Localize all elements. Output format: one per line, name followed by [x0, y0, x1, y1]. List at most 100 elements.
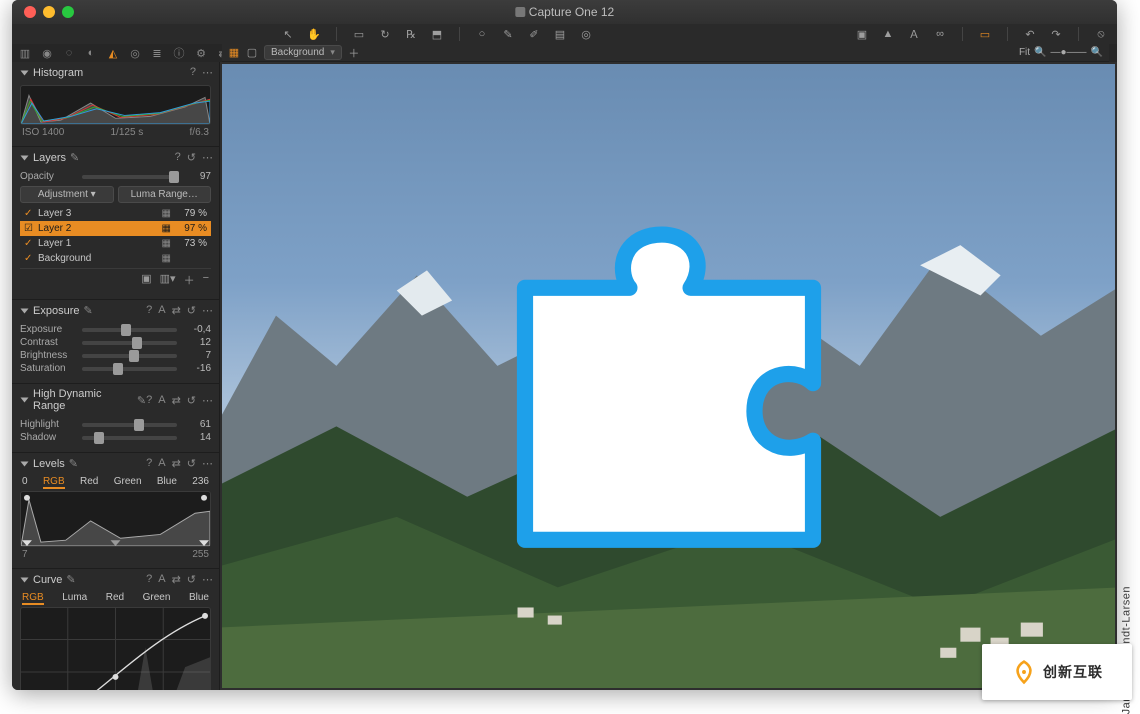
- layer-mask-icon[interactable]: ▦: [162, 223, 171, 234]
- layer-visible-icon[interactable]: ✓: [24, 253, 34, 264]
- panel-help-icon[interactable]: ?: [190, 66, 196, 79]
- minimize-window-button[interactable]: [43, 6, 55, 18]
- output-tab-icon[interactable]: ⚙: [194, 46, 208, 60]
- cursor-tool-icon[interactable]: ↖: [280, 26, 296, 42]
- layer-visible-icon[interactable]: ☑: [24, 223, 34, 234]
- hdr-slider[interactable]: [82, 436, 177, 440]
- levels-low-in[interactable]: 0: [22, 476, 28, 489]
- close-window-button[interactable]: [24, 6, 36, 18]
- layer-mask-icon[interactable]: ▦: [162, 208, 171, 219]
- panel-reset-icon[interactable]: ↺: [187, 573, 196, 586]
- add-layer-icon[interactable]: ＋: [184, 272, 195, 288]
- focus-mask-icon[interactable]: ▲: [880, 26, 896, 42]
- levels-channel-green[interactable]: Green: [114, 476, 142, 489]
- magnifier-icon[interactable]: 🔍: [1034, 47, 1046, 58]
- exposure-value[interactable]: -0,4: [183, 324, 211, 335]
- redo-icon[interactable]: ↷: [1048, 26, 1064, 42]
- panel-help-icon[interactable]: ?: [146, 457, 152, 470]
- layer-mask-icon[interactable]: ▦: [162, 238, 171, 249]
- exposure-slider[interactable]: [82, 367, 177, 371]
- panel-menu-icon[interactable]: ⋯: [202, 573, 213, 586]
- single-view-icon[interactable]: ▢: [246, 47, 258, 59]
- mask-erase-icon[interactable]: ✐: [526, 26, 542, 42]
- exposure-value[interactable]: -16: [183, 363, 211, 374]
- rotate-tool-icon[interactable]: ↻: [377, 26, 393, 42]
- exposure-warning-icon[interactable]: ▣: [854, 26, 870, 42]
- image-viewer[interactable]: [222, 64, 1115, 688]
- hand-tool-icon[interactable]: ✋: [306, 26, 322, 42]
- layer-type-icon[interactable]: ▥▾: [160, 272, 176, 288]
- layer-visible-icon[interactable]: ✓: [24, 208, 34, 219]
- layer-row[interactable]: ☑Layer 2▦97 %: [20, 221, 211, 236]
- hdr-value[interactable]: 14: [183, 432, 211, 443]
- curve-display[interactable]: [20, 607, 211, 690]
- levels-channel-rgb[interactable]: RGB: [43, 476, 65, 489]
- spot-tool-icon[interactable]: ○: [474, 26, 490, 42]
- curve-channel-luma[interactable]: Luma: [62, 592, 87, 605]
- curve-channel-blue[interactable]: Blue: [189, 592, 209, 605]
- gradient-mask-icon[interactable]: ▤: [552, 26, 568, 42]
- disclosure-icon[interactable]: [21, 577, 29, 582]
- exposure-tab-icon[interactable]: ◭: [106, 46, 120, 60]
- zoom-fit-label[interactable]: Fit: [1019, 47, 1030, 58]
- capture-tab-icon[interactable]: ◉: [40, 46, 54, 60]
- exposure-slider[interactable]: [82, 354, 177, 358]
- exposure-value[interactable]: 12: [183, 337, 211, 348]
- radial-mask-icon[interactable]: ◎: [578, 26, 594, 42]
- exposure-slider[interactable]: [82, 328, 177, 332]
- curve-channel-green[interactable]: Green: [143, 592, 171, 605]
- straighten-tool-icon[interactable]: ℞: [403, 26, 419, 42]
- panel-reset-icon[interactable]: ↺: [187, 394, 196, 407]
- reset-icon[interactable]: ⦸: [1093, 26, 1109, 42]
- undo-icon[interactable]: ↶: [1022, 26, 1038, 42]
- crop-tool-icon[interactable]: ▭: [351, 26, 367, 42]
- mask-toggle-icon[interactable]: ▣: [141, 272, 151, 288]
- levels-high-in[interactable]: 236: [192, 476, 209, 489]
- details-tab-icon[interactable]: ◎: [128, 46, 142, 60]
- zoom-slider-icon[interactable]: —●——: [1051, 47, 1087, 58]
- grid-view-icon[interactable]: ▦: [228, 47, 240, 59]
- variant-selector[interactable]: Background ▾: [264, 45, 342, 60]
- panel-reset-icon[interactable]: ↺: [187, 457, 196, 470]
- panel-menu-icon[interactable]: ⋯: [202, 394, 213, 407]
- library-tab-icon[interactable]: ▥: [18, 46, 32, 60]
- panel-reset-icon[interactable]: ↺: [187, 151, 196, 164]
- disclosure-icon[interactable]: [21, 70, 29, 75]
- layer-row[interactable]: ✓Layer 1▦73 %: [20, 236, 211, 251]
- disclosure-icon[interactable]: [21, 308, 29, 313]
- remove-layer-icon[interactable]: −: [203, 272, 209, 288]
- disclosure-icon[interactable]: [21, 398, 29, 403]
- levels-low-out[interactable]: 7: [22, 549, 28, 560]
- exposure-slider[interactable]: [82, 341, 177, 345]
- luma-range-button[interactable]: Luma Range…: [118, 186, 212, 203]
- proofing-icon[interactable]: ∞: [932, 26, 948, 42]
- curve-channel-rgb[interactable]: RGB: [22, 592, 44, 605]
- panel-help-icon[interactable]: ?: [146, 394, 152, 407]
- opacity-slider[interactable]: [82, 175, 177, 179]
- exposure-value[interactable]: 7: [183, 350, 211, 361]
- viewer-toggle-icon[interactable]: ▭: [977, 26, 993, 42]
- zoom-window-button[interactable]: [62, 6, 74, 18]
- search-icon[interactable]: 🔍: [1091, 47, 1103, 58]
- layer-visible-icon[interactable]: ✓: [24, 238, 34, 249]
- panel-menu-icon[interactable]: ⋯: [202, 151, 213, 164]
- levels-channel-red[interactable]: Red: [80, 476, 98, 489]
- layer-row[interactable]: ✓Background▦: [20, 251, 211, 266]
- hdr-value[interactable]: 61: [183, 419, 211, 430]
- panel-reset-icon[interactable]: ↺: [187, 304, 196, 317]
- color-tab-icon[interactable]: ◐: [84, 46, 98, 60]
- panel-menu-icon[interactable]: ⋯: [202, 66, 213, 79]
- panel-help-icon[interactable]: ?: [146, 573, 152, 586]
- disclosure-icon[interactable]: [21, 155, 29, 160]
- levels-high-out[interactable]: 255: [192, 549, 209, 560]
- adjustment-button[interactable]: Adjustment ▾: [20, 186, 114, 203]
- opacity-value[interactable]: 97: [183, 171, 211, 182]
- keystone-tool-icon[interactable]: ⬒: [429, 26, 445, 42]
- levels-display[interactable]: [20, 491, 211, 547]
- panel-help-icon[interactable]: ?: [175, 151, 181, 164]
- curve-channel-red[interactable]: Red: [106, 592, 124, 605]
- metadata-tab-icon[interactable]: ⓘ: [172, 46, 186, 60]
- annotations-icon[interactable]: Ａ: [906, 26, 922, 42]
- hdr-slider[interactable]: [82, 423, 177, 427]
- panel-menu-icon[interactable]: ⋯: [202, 304, 213, 317]
